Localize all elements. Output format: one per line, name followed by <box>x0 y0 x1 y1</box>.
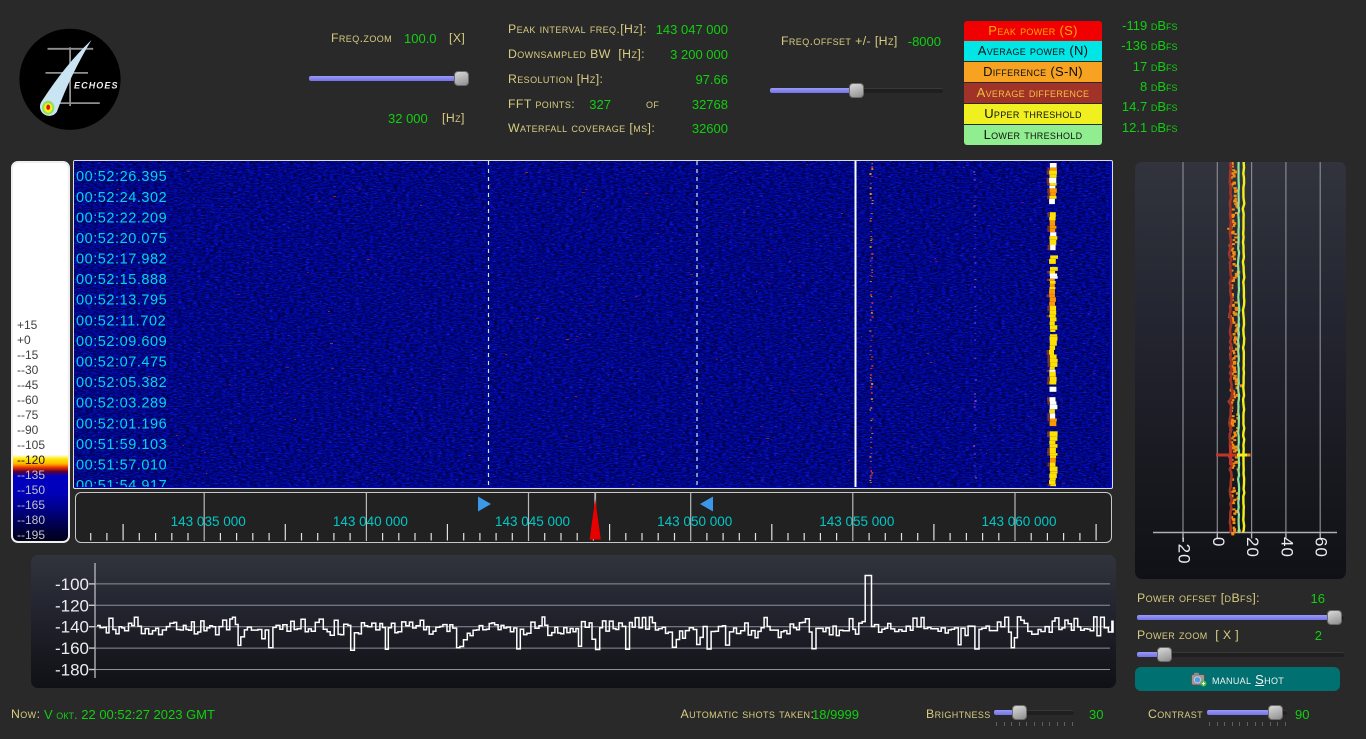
svg-text:143 055 000: 143 055 000 <box>819 514 894 529</box>
svg-text:143 040 000: 143 040 000 <box>332 514 407 529</box>
svg-text:00:52:26.395: 00:52:26.395 <box>76 169 167 185</box>
svg-text:00:51:54.917: 00:51:54.917 <box>76 478 167 487</box>
svg-text:00:52:05.382: 00:52:05.382 <box>76 375 167 391</box>
svg-text:143 045 000: 143 045 000 <box>494 514 569 529</box>
svg-text:00:52:07.475: 00:52:07.475 <box>76 355 167 371</box>
svg-text:143 035 000: 143 035 000 <box>170 514 245 529</box>
svg-text:-160: -160 <box>55 639 89 658</box>
svg-text:00:52:09.609: 00:52:09.609 <box>76 334 167 350</box>
svg-text:143 050 000: 143 050 000 <box>657 514 732 529</box>
svg-text:-120: -120 <box>55 596 89 615</box>
svg-text:-180: -180 <box>55 660 89 679</box>
svg-text:00:52:24.302: 00:52:24.302 <box>76 190 167 206</box>
svg-text:00:52:20.075: 00:52:20.075 <box>76 231 167 247</box>
svg-text:00:52:01.196: 00:52:01.196 <box>76 416 167 432</box>
svg-text:00:52:13.795: 00:52:13.795 <box>76 293 167 309</box>
svg-text:00:52:15.888: 00:52:15.888 <box>76 272 167 288</box>
svg-text:0: 0 <box>1209 537 1228 547</box>
svg-text:143 060 000: 143 060 000 <box>981 514 1056 529</box>
svg-text:-100: -100 <box>55 574 89 593</box>
svg-text:00:51:57.010: 00:51:57.010 <box>76 458 167 474</box>
svg-text:-140: -140 <box>55 617 89 636</box>
svg-text:00:52:22.209: 00:52:22.209 <box>76 210 167 226</box>
svg-text:00:51:59.103: 00:51:59.103 <box>76 437 167 453</box>
svg-text:00:52:11.702: 00:52:11.702 <box>76 313 166 329</box>
svg-text:ECHOES: ECHOES <box>74 81 119 91</box>
svg-text:20: 20 <box>1243 537 1262 558</box>
svg-text:40: 40 <box>1277 537 1296 558</box>
svg-text:60: 60 <box>1312 537 1331 558</box>
svg-text:00:52:03.289: 00:52:03.289 <box>76 396 167 412</box>
svg-text:00:52:17.982: 00:52:17.982 <box>76 252 167 268</box>
svg-text:-20: -20 <box>1175 537 1194 565</box>
